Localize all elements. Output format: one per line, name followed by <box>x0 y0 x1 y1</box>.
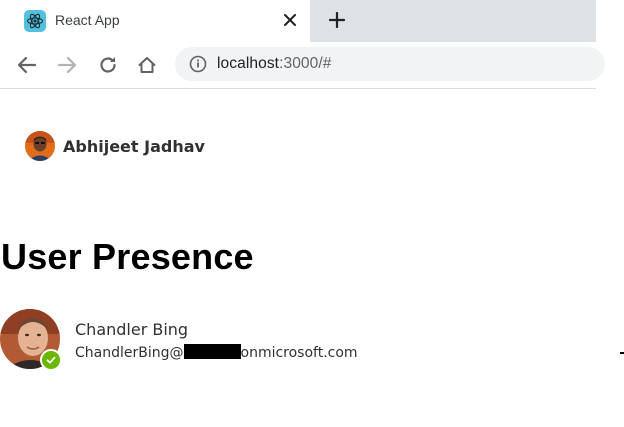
info-icon[interactable] <box>189 55 207 73</box>
react-logo-icon <box>24 10 46 32</box>
address-bar[interactable]: localhost:3000/# <box>175 47 605 81</box>
signed-in-user-name: Abhijeet Jadhav <box>63 136 205 156</box>
avatar <box>25 131 55 161</box>
person-email: ChandlerBing@ onmicrosoft.com <box>75 344 358 361</box>
cursor-mark <box>620 352 624 354</box>
tab-react-app[interactable]: React App <box>0 0 310 42</box>
reload-icon[interactable] <box>96 53 120 77</box>
presence-available-badge <box>40 349 62 371</box>
email-suffix: onmicrosoft.com <box>240 345 358 361</box>
url-text: localhost:3000/# <box>217 55 332 73</box>
arrow-right-icon[interactable] <box>55 53 79 77</box>
page-title: User Presence <box>1 236 254 277</box>
url-path: :3000/# <box>279 55 332 72</box>
tab-title: React App <box>55 12 120 28</box>
browser-window: React App localhost:3000/# Abhijeet Jadh… <box>0 0 624 427</box>
home-icon[interactable] <box>135 53 159 77</box>
email-prefix: ChandlerBing@ <box>75 345 184 361</box>
tab-strip: React App <box>0 0 596 42</box>
checkmark-icon <box>46 356 56 364</box>
close-icon[interactable] <box>280 10 300 30</box>
url-host: localhost <box>217 55 280 72</box>
browser-toolbar: localhost:3000/# <box>0 42 605 89</box>
person-name: Chandler Bing <box>75 320 189 339</box>
redaction-box <box>183 344 241 359</box>
arrow-left-icon[interactable] <box>15 53 39 77</box>
signed-in-user[interactable]: Abhijeet Jadhav <box>25 131 205 161</box>
plus-icon[interactable] <box>326 9 348 31</box>
